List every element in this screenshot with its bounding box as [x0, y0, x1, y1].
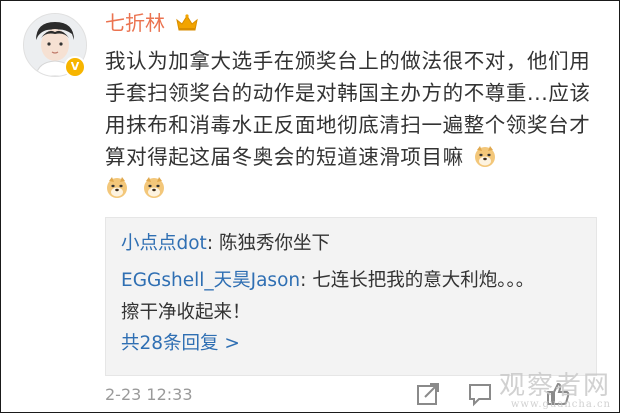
share-icon[interactable]: [415, 381, 441, 407]
crown-vip-icon[interactable]: [175, 13, 199, 33]
reply-separator: :: [300, 270, 313, 291]
watermark: 观察者网 www.guancha.cn: [499, 372, 611, 410]
post-timestamp: 2-23 12:33: [105, 385, 193, 404]
reply-list: 小点点dot: 陈独秀你坐下 EGGshell_天昊Jason: 七连长把我的意…: [105, 217, 597, 376]
reply-author[interactable]: EGGshell_天昊Jason: [121, 270, 300, 291]
reply-item: 小点点dot: 陈独秀你坐下: [121, 228, 330, 260]
verified-badge-icon: V: [64, 56, 86, 78]
reply-item: EGGshell_天昊Jason: 七连长把我的意大利炮。。。擦干净收起来！: [121, 265, 541, 329]
post-text: 我认为加拿大选手在颁奖台上的做法很不对，他们用手套扫领奖台的动作是对韩国主办方的…: [105, 49, 591, 169]
comment-icon[interactable]: [467, 381, 493, 407]
post-content: 我认为加拿大选手在颁奖台上的做法很不对，他们用手套扫领奖台的动作是对韩国主办方的…: [105, 45, 601, 173]
post-card: V 七折林 我认为加拿大选手在颁奖台上的做法很不对，他们用手套扫领奖台的动作是对…: [0, 0, 620, 413]
doge-emoji-icon: [474, 146, 495, 167]
trailing-emojis: [105, 175, 174, 207]
doge-emoji-icon: [144, 177, 165, 198]
more-replies-link[interactable]: 共28条回复 >: [121, 330, 240, 358]
doge-emoji-icon: [107, 177, 127, 198]
watermark-main: 观察者网: [498, 371, 611, 401]
reply-text: 陈独秀你坐下: [218, 233, 330, 254]
username[interactable]: 七折林: [105, 10, 165, 36]
watermark-sub: www.guancha.cn: [510, 399, 611, 410]
reply-separator: :: [206, 233, 219, 254]
reply-author[interactable]: 小点点dot: [121, 233, 207, 254]
